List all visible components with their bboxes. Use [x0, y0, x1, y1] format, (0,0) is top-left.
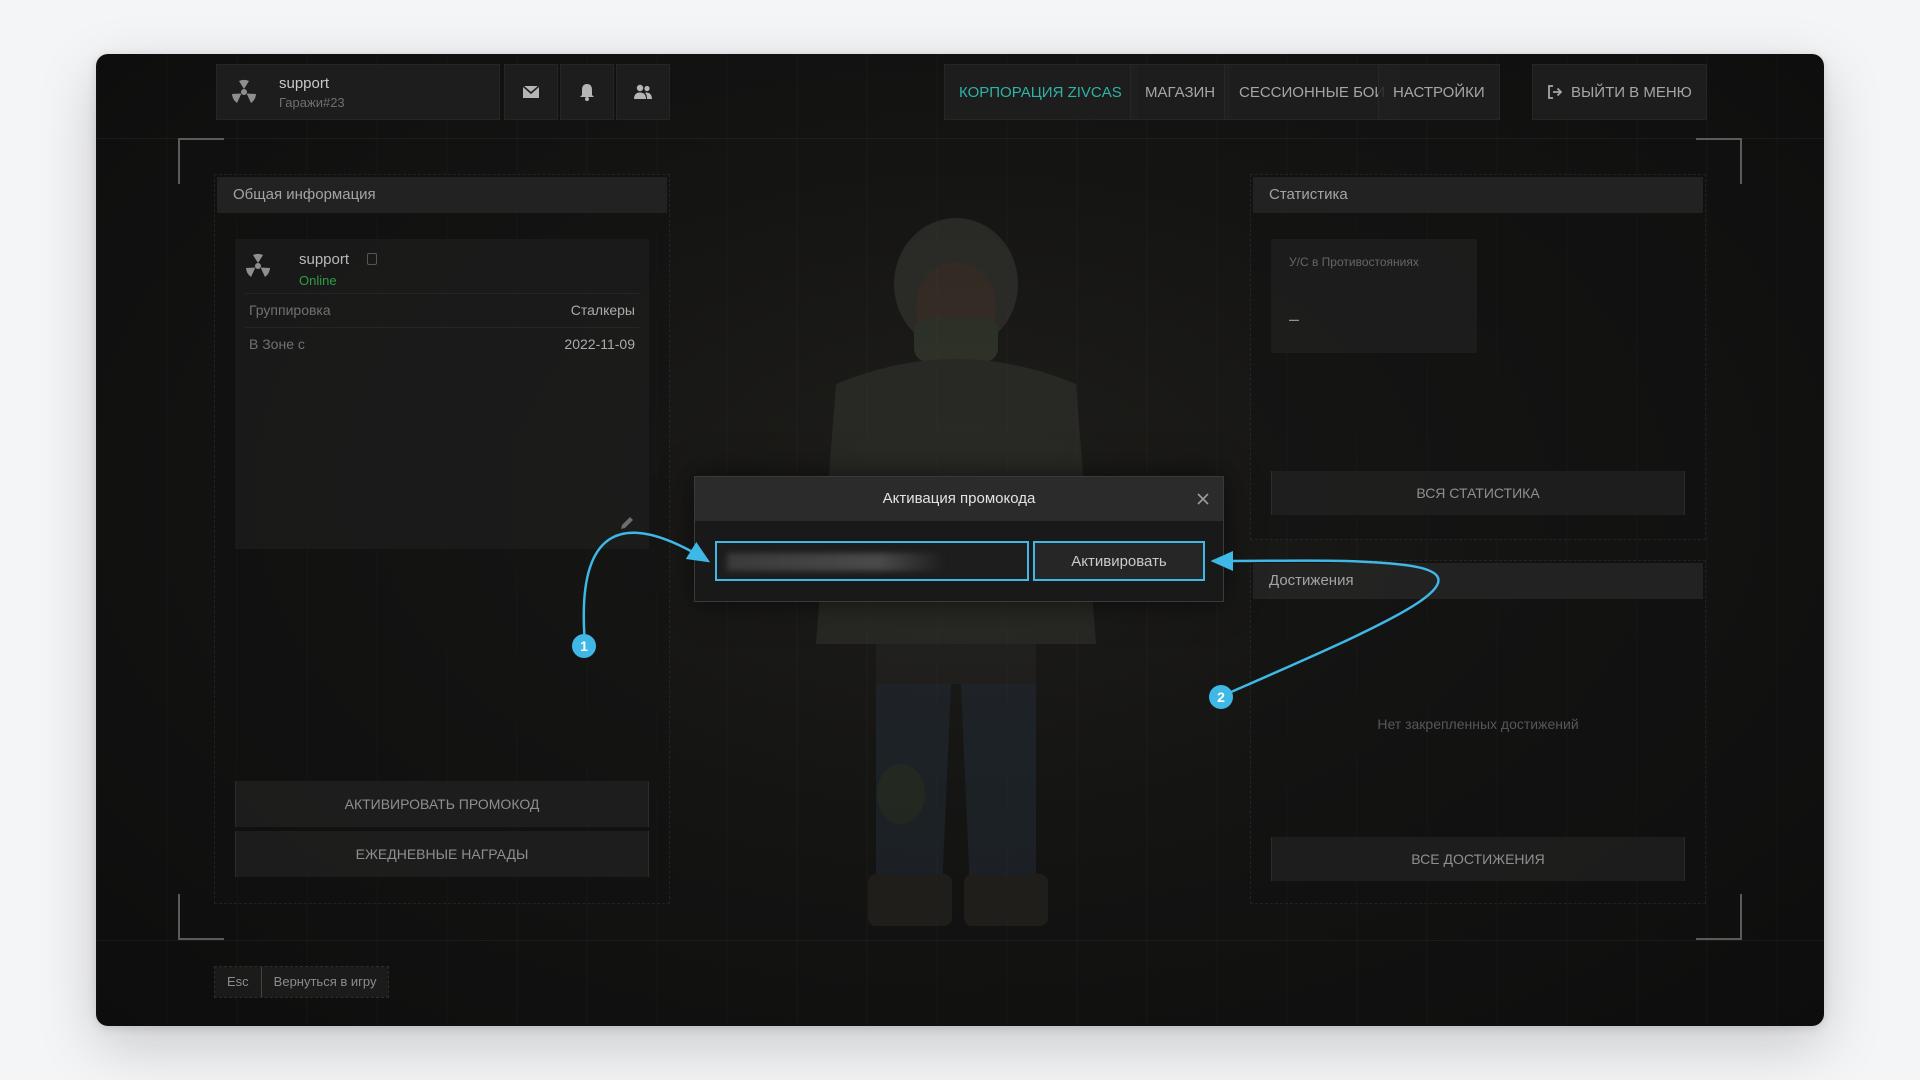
- info-row-key: В Зоне с: [249, 336, 305, 352]
- esc-key-label: Esc: [215, 967, 262, 997]
- return-to-game-label: Вернуться в игру: [261, 967, 389, 997]
- notifications-button[interactable]: [560, 64, 614, 120]
- stat-card-value: –: [1289, 309, 1300, 329]
- username: support: [279, 75, 330, 92]
- achievements-panel-title: Достижения: [1253, 563, 1703, 599]
- user-box[interactable]: support Гаражи#23: [216, 64, 500, 120]
- nav-shop[interactable]: МАГАЗИН: [1130, 64, 1231, 120]
- modal-title: Активация промокода: [882, 490, 1036, 507]
- promo-activation-modal: Активация промокода Активировать: [694, 476, 1224, 602]
- profile-name: support: [299, 251, 350, 268]
- mail-button[interactable]: [504, 64, 558, 120]
- radiation-icon: [246, 253, 270, 277]
- info-row-value: Сталкеры: [570, 302, 635, 318]
- user-location: Гаражи#23: [279, 95, 345, 110]
- promo-code-input[interactable]: [715, 541, 1029, 581]
- stat-card: У/С в Противостояниях –: [1271, 239, 1477, 353]
- daily-rewards-button[interactable]: ЕЖЕДНЕВНЫЕ НАГРАДЫ: [235, 831, 649, 877]
- modal-header: Активация промокода: [695, 477, 1223, 521]
- mail-icon: [522, 85, 540, 98]
- bell-icon: [580, 84, 594, 101]
- achievements-empty-text: Нет закрепленных достижений: [1377, 716, 1579, 732]
- logout-icon: [1548, 85, 1563, 99]
- exit-label: ВЫЙТИ В МЕНЮ: [1571, 84, 1692, 101]
- users-icon: [634, 84, 652, 99]
- stats-panel-title: Статистика: [1253, 177, 1703, 213]
- radiation-icon: [232, 79, 256, 103]
- pencil-icon[interactable]: [619, 515, 635, 531]
- nav-session-battles[interactable]: СЕССИОННЫЕ БОИ: [1224, 64, 1401, 120]
- info-row-key: Группировка: [249, 302, 331, 318]
- profile-card: support Online Группировка Сталкеры В Зо…: [235, 239, 649, 549]
- header-divider: [96, 138, 1824, 139]
- activate-promo-button[interactable]: АКТИВИРОВАТЬ ПРОМОКОД: [235, 781, 649, 827]
- stat-card-label: У/С в Противостояниях: [1289, 255, 1419, 269]
- info-panel-title: Общая информация: [217, 177, 667, 213]
- annotation-badge-2: 2: [1209, 685, 1233, 709]
- activate-button[interactable]: Активировать: [1033, 541, 1205, 581]
- game-window: support Гаражи#23 КОРПОРАЦИЯ ZIVCAS МАГА…: [96, 54, 1824, 1026]
- info-row: В Зоне с 2022-11-09: [245, 327, 639, 359]
- online-status: Online: [299, 273, 337, 288]
- nav-corporation[interactable]: КОРПОРАЦИЯ ZIVCAS: [944, 64, 1137, 120]
- footer-divider: [96, 940, 1824, 941]
- info-row: Группировка Сталкеры: [245, 293, 639, 325]
- annotation-badge-1: 1: [572, 634, 596, 658]
- stats-panel: Статистика У/С в Противостояниях – ВСЯ С…: [1250, 174, 1706, 540]
- all-stats-button[interactable]: ВСЯ СТАТИСТИКА: [1271, 471, 1685, 515]
- friends-button[interactable]: [616, 64, 670, 120]
- info-row-value: 2022-11-09: [564, 336, 635, 352]
- return-to-game-control[interactable]: Esc Вернуться в игру: [214, 966, 390, 998]
- nav-settings[interactable]: НАСТРОЙКИ: [1378, 64, 1500, 120]
- exit-to-menu-button[interactable]: ВЫЙТИ В МЕНЮ: [1532, 64, 1707, 120]
- all-achievements-button[interactable]: ВСЕ ДОСТИЖЕНИЯ: [1271, 837, 1685, 881]
- achievements-panel: Достижения Нет закрепленных достижений В…: [1250, 560, 1706, 904]
- close-icon[interactable]: [1195, 491, 1211, 507]
- info-panel: Общая информация support Online Группиро…: [214, 174, 670, 904]
- copy-icon[interactable]: [367, 253, 377, 265]
